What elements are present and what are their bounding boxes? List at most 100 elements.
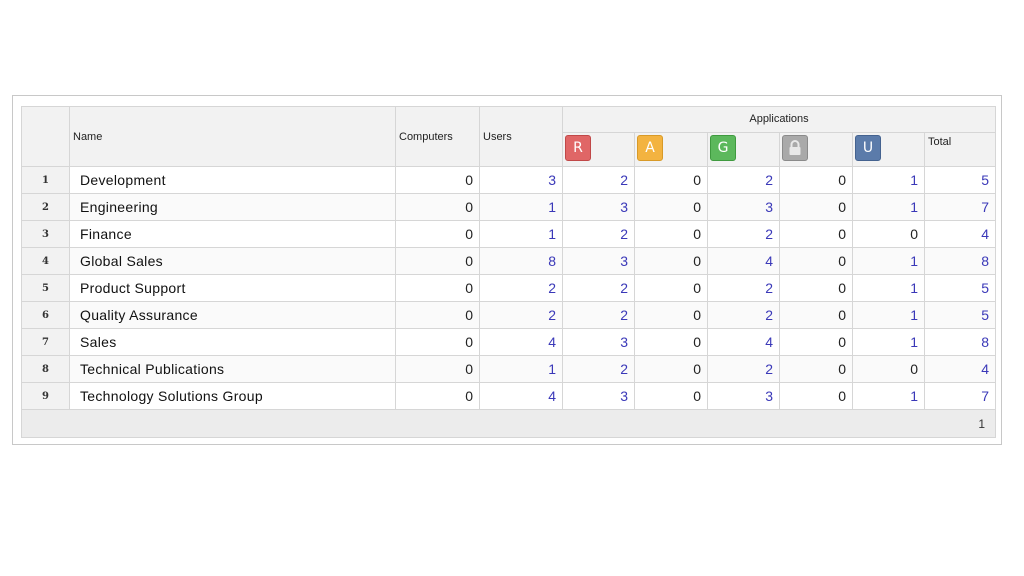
computers-count: 0 — [395, 220, 480, 248]
department-name[interactable]: Engineering — [69, 193, 396, 221]
total-count-link[interactable]: 5 — [923, 166, 997, 194]
computers-count: 0 — [395, 247, 480, 275]
total-count-link[interactable]: 7 — [923, 193, 997, 221]
users-count-link[interactable]: 4 — [479, 328, 563, 356]
total-count-link[interactable]: 7 — [923, 382, 997, 410]
total-header-label: Total — [928, 136, 952, 148]
a-count: 0 — [634, 301, 708, 329]
total-count-link[interactable]: 8 — [923, 328, 997, 356]
computers-header-label: Computers — [399, 131, 453, 143]
department-name[interactable]: Technical Publications — [69, 355, 396, 383]
g-count-link[interactable]: 2 — [707, 274, 780, 302]
total-count-link[interactable]: 5 — [923, 274, 997, 302]
users-count-link[interactable]: 1 — [479, 220, 563, 248]
u-count[interactable]: 1 — [852, 274, 925, 302]
u-count[interactable]: 1 — [852, 166, 925, 194]
computers-count: 0 — [395, 355, 480, 383]
table-row[interactable]: 2 Engineering 0 1 3 0 3 0 1 7 — [21, 193, 997, 221]
row-number-header — [21, 106, 70, 167]
users-count-link[interactable]: 4 — [479, 382, 563, 410]
users-count-link[interactable]: 2 — [479, 301, 563, 329]
g-column-header[interactable]: G — [707, 132, 780, 167]
computers-column-header[interactable]: Computers — [395, 106, 480, 167]
r-count-link[interactable]: 3 — [562, 193, 635, 221]
department-name[interactable]: Finance — [69, 220, 396, 248]
department-name[interactable]: Global Sales — [69, 247, 396, 275]
r-count-link[interactable]: 2 — [562, 274, 635, 302]
r-column-header[interactable]: R — [562, 132, 635, 167]
r-count-link[interactable]: 3 — [562, 328, 635, 356]
g-count-link[interactable]: 4 — [707, 328, 780, 356]
users-count-link[interactable]: 2 — [479, 274, 563, 302]
department-name[interactable]: Development — [69, 166, 396, 194]
table-row[interactable]: 6 Quality Assurance 0 2 2 0 2 0 1 5 — [21, 301, 997, 329]
department-name[interactable]: Product Support — [69, 274, 396, 302]
r-status-icon: R — [565, 135, 591, 161]
g-count-link[interactable]: 2 — [707, 220, 780, 248]
users-count-link[interactable]: 8 — [479, 247, 563, 275]
g-count-link[interactable]: 3 — [707, 193, 780, 221]
name-column-header[interactable]: Name — [69, 106, 396, 167]
r-count-link[interactable]: 2 — [562, 355, 635, 383]
u-column-header[interactable]: U — [852, 132, 925, 167]
lock-column-header[interactable] — [779, 132, 853, 167]
total-count-link[interactable]: 4 — [923, 355, 997, 383]
r-count-link[interactable]: 2 — [562, 301, 635, 329]
u-count[interactable]: 1 — [852, 247, 925, 275]
lock-count: 0 — [779, 247, 853, 275]
page-number[interactable]: 1 — [978, 417, 985, 431]
g-count-link[interactable]: 2 — [707, 166, 780, 194]
computers-count: 0 — [395, 382, 480, 410]
table-row[interactable]: 8 Technical Publications 0 1 2 0 2 0 0 4 — [21, 355, 997, 383]
row-number: 1 — [21, 166, 70, 194]
u-count[interactable]: 1 — [852, 301, 925, 329]
a-count: 0 — [634, 193, 708, 221]
g-count-link[interactable]: 2 — [707, 355, 780, 383]
g-count-link[interactable]: 2 — [707, 301, 780, 329]
users-count-link[interactable]: 1 — [479, 355, 563, 383]
r-count-link[interactable]: 2 — [562, 166, 635, 194]
a-count: 0 — [634, 220, 708, 248]
r-count-link[interactable]: 3 — [562, 382, 635, 410]
users-count-link[interactable]: 1 — [479, 193, 563, 221]
report-panel: Name Computers Users Applications R A G … — [12, 95, 1002, 445]
row-number: 6 — [21, 301, 70, 329]
a-count: 0 — [634, 382, 708, 410]
department-name[interactable]: Sales — [69, 328, 396, 356]
a-column-header[interactable]: A — [634, 132, 708, 167]
table-row[interactable]: 7 Sales 0 4 3 0 4 0 1 8 — [21, 328, 997, 356]
g-count-link[interactable]: 4 — [707, 247, 780, 275]
a-status-icon: A — [637, 135, 663, 161]
applications-header-label: Applications — [749, 113, 809, 125]
lock-count: 0 — [779, 220, 853, 248]
lock-status-icon — [782, 135, 808, 161]
u-status-icon: U — [855, 135, 881, 161]
r-count-link[interactable]: 2 — [562, 220, 635, 248]
table-row[interactable]: 4 Global Sales 0 8 3 0 4 0 1 8 — [21, 247, 997, 275]
u-count[interactable]: 1 — [852, 193, 925, 221]
a-count: 0 — [634, 328, 708, 356]
g-count-link[interactable]: 3 — [707, 382, 780, 410]
users-column-header[interactable]: Users — [479, 106, 563, 167]
table-row[interactable]: 9 Technology Solutions Group 0 4 3 0 3 0 1 7 — [21, 382, 997, 410]
total-count-link[interactable]: 5 — [923, 301, 997, 329]
users-count-link[interactable]: 3 — [479, 166, 563, 194]
u-count[interactable]: 1 — [852, 328, 925, 356]
lock-count: 0 — [779, 355, 853, 383]
total-column-header[interactable]: Total — [923, 132, 997, 167]
computers-count: 0 — [395, 193, 480, 221]
table-row[interactable]: 1 Development 0 3 2 0 2 0 1 5 — [21, 166, 997, 194]
grid-footer: 1 — [20, 409, 997, 438]
table-row[interactable]: 3 Finance 0 1 2 0 2 0 0 4 — [21, 220, 997, 248]
users-header-label: Users — [483, 131, 512, 143]
lock-count: 0 — [779, 166, 853, 194]
lock-count: 0 — [779, 274, 853, 302]
a-count: 0 — [634, 355, 708, 383]
department-name[interactable]: Technology Solutions Group — [69, 382, 396, 410]
total-count-link[interactable]: 4 — [923, 220, 997, 248]
u-count[interactable]: 1 — [852, 382, 925, 410]
department-name[interactable]: Quality Assurance — [69, 301, 396, 329]
table-row[interactable]: 5 Product Support 0 2 2 0 2 0 1 5 — [21, 274, 997, 302]
total-count-link[interactable]: 8 — [923, 247, 997, 275]
r-count-link[interactable]: 3 — [562, 247, 635, 275]
